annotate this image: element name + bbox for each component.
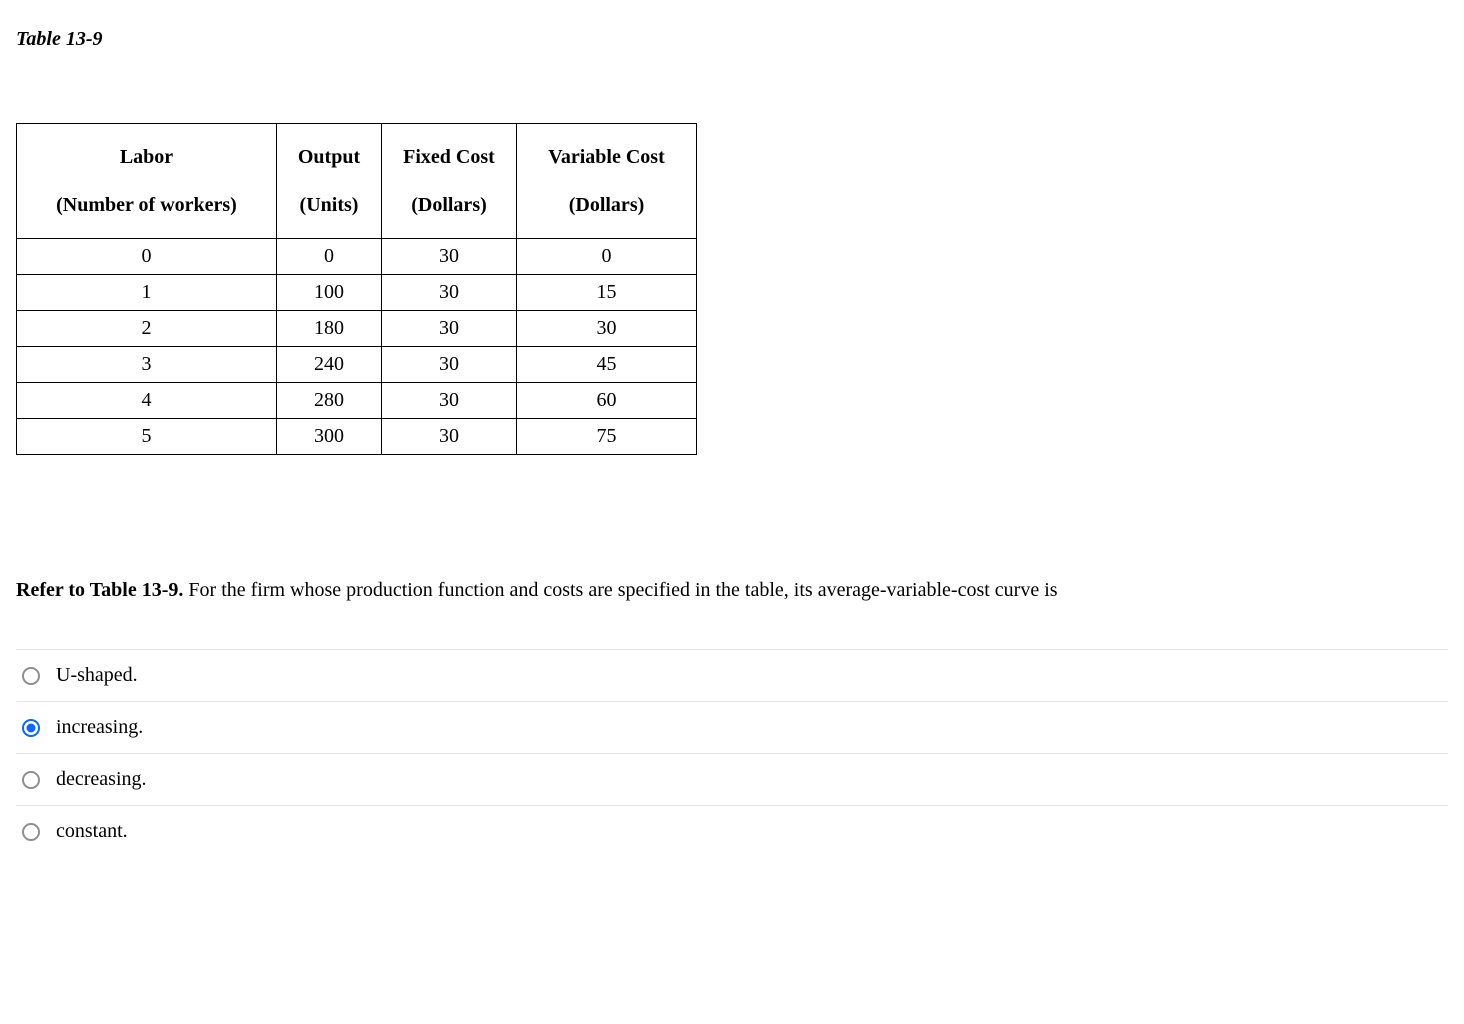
cell-output: 0 bbox=[277, 239, 382, 275]
answer-option[interactable]: constant. bbox=[16, 805, 1448, 857]
table-row: 11003015 bbox=[17, 275, 697, 311]
cell-labor: 5 bbox=[17, 419, 277, 455]
radio-icon[interactable] bbox=[22, 771, 40, 789]
header-output: Output (Units) bbox=[277, 124, 382, 239]
cell-fixed: 30 bbox=[382, 311, 517, 347]
option-label: constant. bbox=[56, 820, 128, 843]
cell-output: 100 bbox=[277, 275, 382, 311]
header-labor: Labor (Number of workers) bbox=[17, 124, 277, 239]
cell-labor: 2 bbox=[17, 311, 277, 347]
data-table: Labor (Number of workers) Output (Units)… bbox=[16, 123, 697, 455]
cell-output: 180 bbox=[277, 311, 382, 347]
options-group: U-shaped. increasing. decreasing. constant. bbox=[16, 649, 1448, 857]
cell-fixed: 30 bbox=[382, 239, 517, 275]
table-row: 32403045 bbox=[17, 347, 697, 383]
cell-fixed: 30 bbox=[382, 419, 517, 455]
question-text: Refer to Table 13-9. For the firm whose … bbox=[16, 575, 1448, 605]
table-row: 21803030 bbox=[17, 311, 697, 347]
cell-variable: 45 bbox=[517, 347, 697, 383]
header-labor-sub: (Number of workers) bbox=[31, 190, 262, 220]
answer-option[interactable]: increasing. bbox=[16, 701, 1448, 753]
header-fixed-cost: Fixed Cost (Dollars) bbox=[382, 124, 517, 239]
cell-variable: 30 bbox=[517, 311, 697, 347]
cell-labor: 4 bbox=[17, 383, 277, 419]
radio-icon[interactable] bbox=[22, 823, 40, 841]
cell-variable: 60 bbox=[517, 383, 697, 419]
option-label: increasing. bbox=[56, 716, 143, 739]
radio-icon[interactable] bbox=[22, 667, 40, 685]
option-label: U-shaped. bbox=[56, 664, 138, 687]
table-body: 0030011003015218030303240304542803060530… bbox=[17, 239, 697, 455]
header-fixed-sub: (Dollars) bbox=[396, 190, 502, 220]
cell-fixed: 30 bbox=[382, 383, 517, 419]
cell-variable: 0 bbox=[517, 239, 697, 275]
answer-option[interactable]: decreasing. bbox=[16, 753, 1448, 805]
table-row: 42803060 bbox=[17, 383, 697, 419]
cell-output: 280 bbox=[277, 383, 382, 419]
cell-labor: 3 bbox=[17, 347, 277, 383]
cell-variable: 75 bbox=[517, 419, 697, 455]
cell-output: 240 bbox=[277, 347, 382, 383]
radio-icon[interactable] bbox=[22, 719, 40, 737]
cell-output: 300 bbox=[277, 419, 382, 455]
header-variable-cost: Variable Cost (Dollars) bbox=[517, 124, 697, 239]
option-label: decreasing. bbox=[56, 768, 147, 791]
table-header-row: Labor (Number of workers) Output (Units)… bbox=[17, 124, 697, 239]
question-rest: For the firm whose production function a… bbox=[183, 579, 1057, 601]
header-output-sub: (Units) bbox=[291, 190, 367, 220]
table-row: 53003075 bbox=[17, 419, 697, 455]
header-variable-main: Variable Cost bbox=[531, 142, 682, 172]
table-row: 00300 bbox=[17, 239, 697, 275]
cell-fixed: 30 bbox=[382, 347, 517, 383]
table-title: Table 13-9 bbox=[16, 28, 1448, 51]
cell-labor: 1 bbox=[17, 275, 277, 311]
header-variable-sub: (Dollars) bbox=[531, 190, 682, 220]
answer-option[interactable]: U-shaped. bbox=[16, 649, 1448, 701]
header-output-main: Output bbox=[291, 142, 367, 172]
cell-variable: 15 bbox=[517, 275, 697, 311]
header-fixed-main: Fixed Cost bbox=[396, 142, 502, 172]
cell-labor: 0 bbox=[17, 239, 277, 275]
cell-fixed: 30 bbox=[382, 275, 517, 311]
header-labor-main: Labor bbox=[31, 142, 262, 172]
question-bold: Refer to Table 13-9. bbox=[16, 579, 183, 601]
